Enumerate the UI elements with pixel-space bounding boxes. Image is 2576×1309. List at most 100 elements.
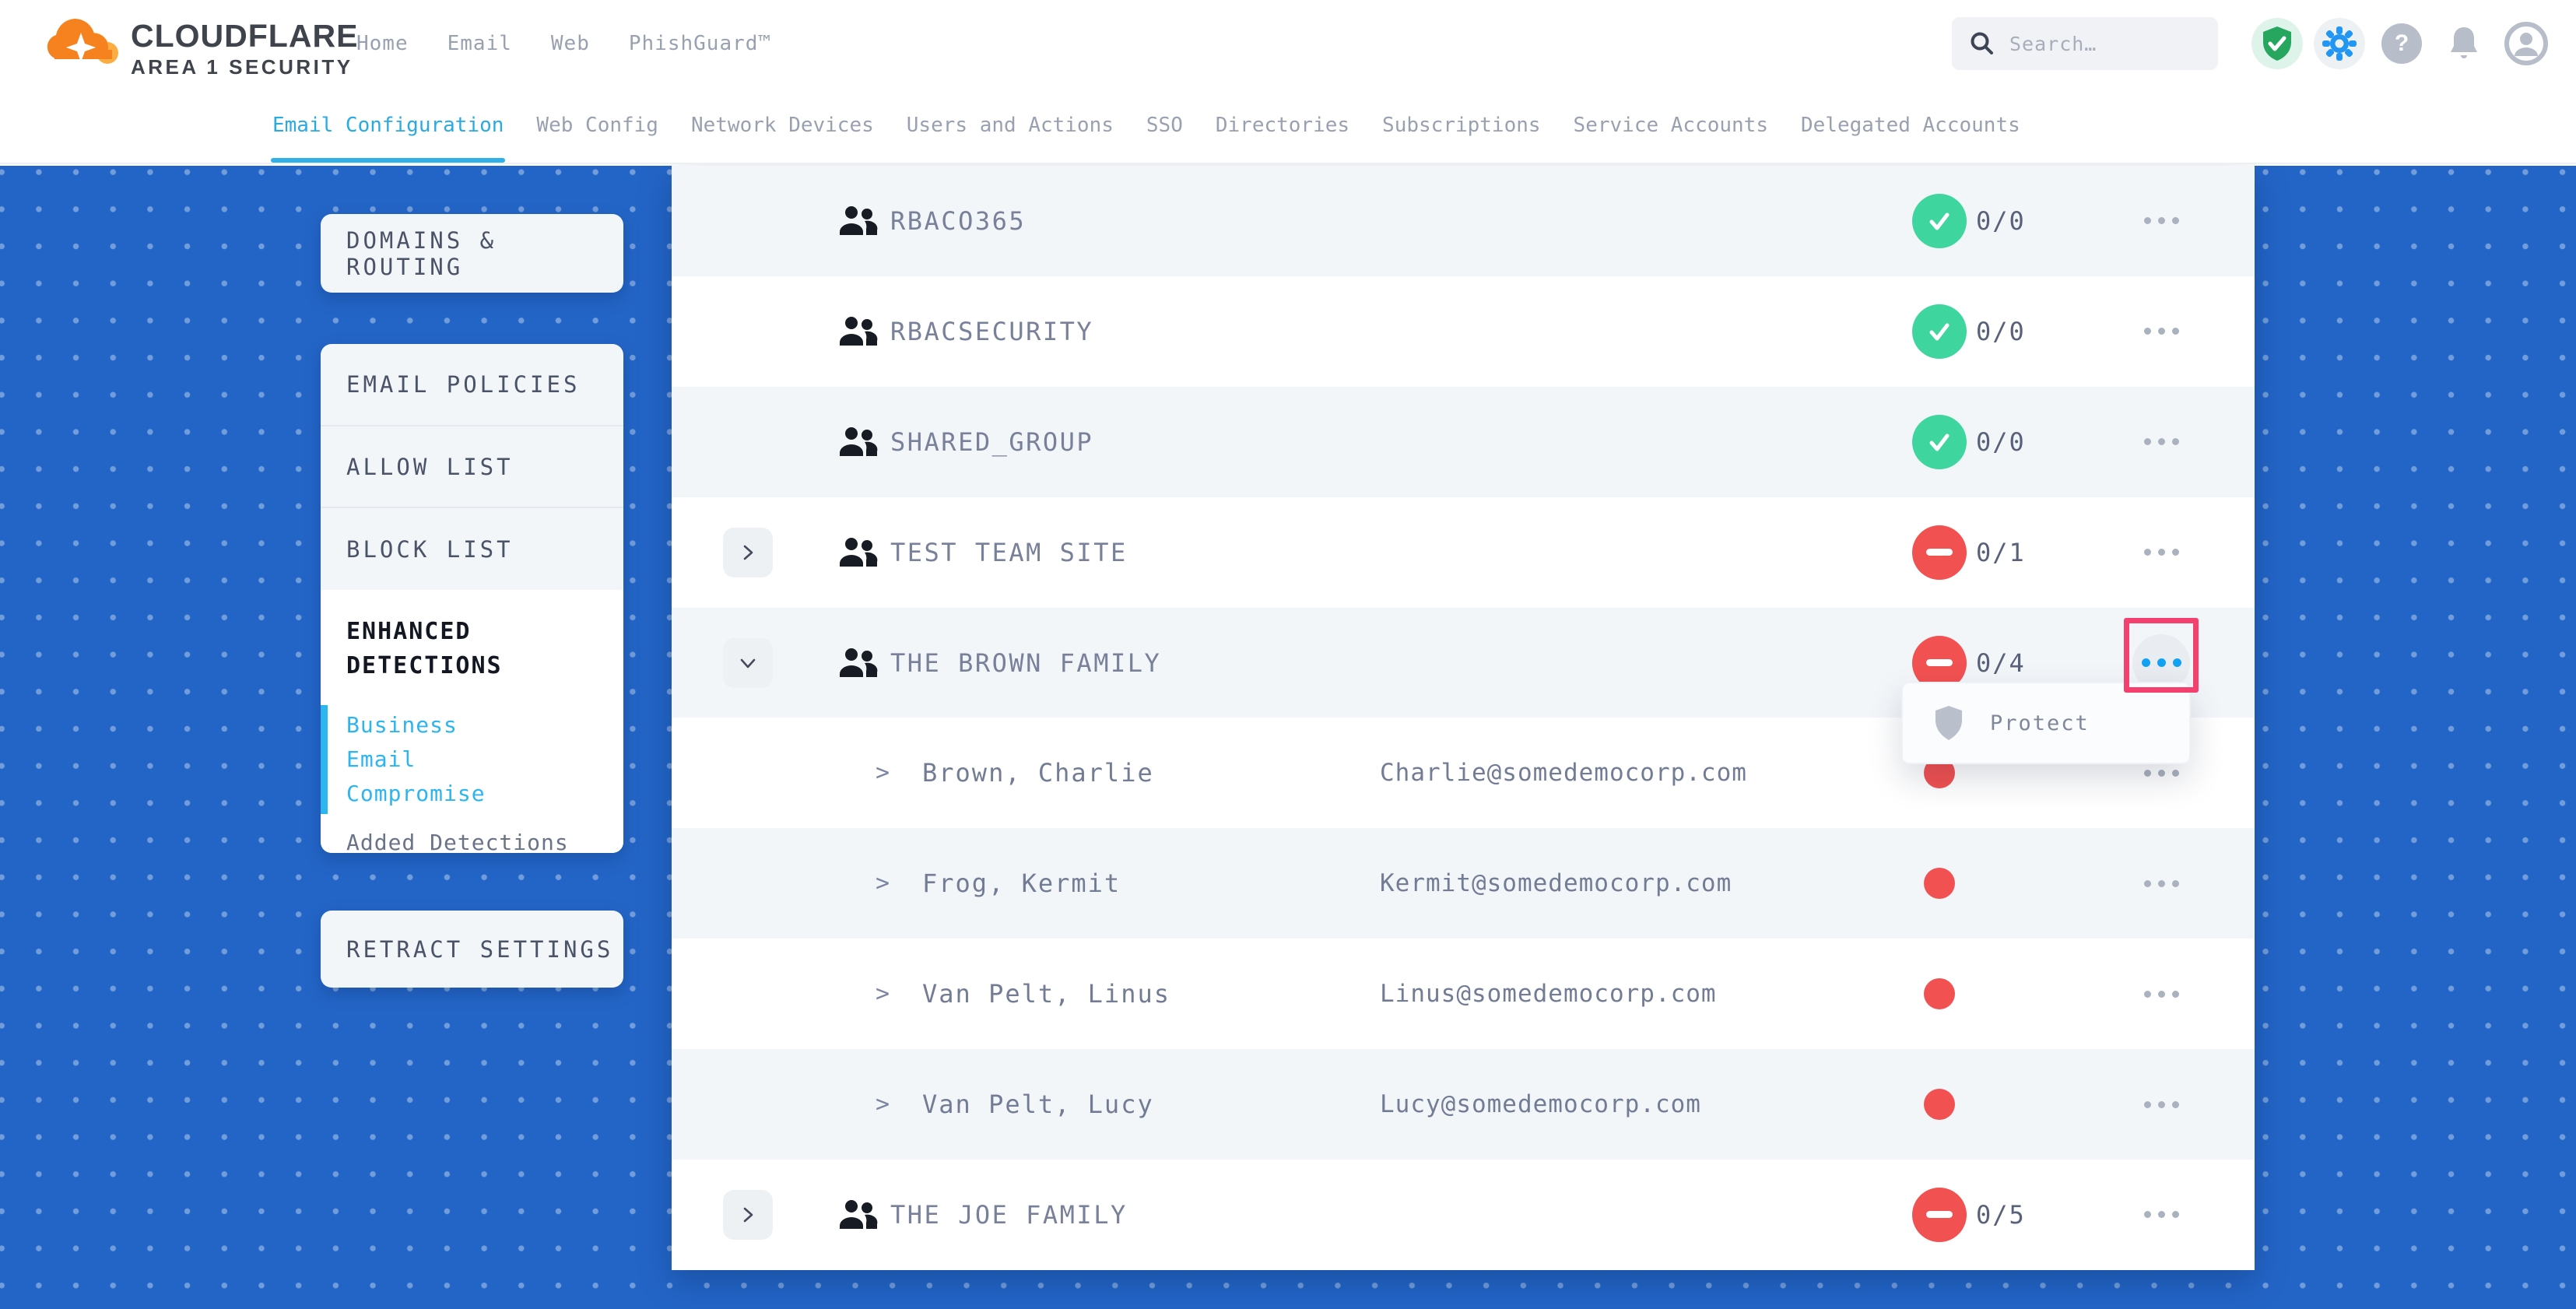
sidebar-item-block-list[interactable]: BLOCK LIST	[321, 507, 623, 590]
row-email: Linus@somedemocorp.com	[1380, 980, 1717, 1008]
sidebar-item-domains-routing[interactable]: DOMAINS & ROUTING	[321, 214, 623, 293]
search-box[interactable]	[1952, 17, 2218, 70]
enhanced-detections-label: ENHANCED DETECTIONS	[346, 590, 541, 683]
table-row: > Van Pelt, Linus Linus@somedemocorp.com	[672, 939, 2255, 1049]
protection-count: 0/1	[1976, 538, 2026, 567]
row-name: Brown, Charlie	[922, 758, 1154, 788]
member-chevron-icon: >	[876, 760, 890, 787]
area1-security-app: CLOUDFLARE AREA 1 SECURITY Home Email Web P…	[0, 0, 2576, 1309]
group-icon	[838, 535, 879, 570]
protection-count: 0/0	[1976, 206, 2026, 236]
row-menu-button[interactable]	[2132, 1186, 2190, 1244]
row-name: RBACSECURITY	[890, 317, 1093, 346]
section-tab[interactable]: Email Configuration	[272, 87, 504, 163]
shield-check-icon	[2260, 25, 2294, 62]
row-menu-button[interactable]	[2132, 965, 2190, 1023]
expand-toggle-button[interactable]	[723, 528, 773, 577]
sidebar-item-label: DOMAINS & ROUTING	[346, 227, 623, 280]
search-input[interactable]	[2008, 32, 2198, 56]
row-menu-button[interactable]	[2132, 855, 2190, 912]
section-tab[interactable]: Subscriptions	[1382, 87, 1541, 163]
table-row: SHARED_GROUP 0/0	[672, 387, 2255, 497]
table-row: TEST TEAM SITE 0/1	[672, 497, 2255, 608]
section-tab[interactable]: Network Devices	[691, 87, 874, 163]
row-menu-button[interactable]	[2132, 1076, 2190, 1133]
context-menu-item-protect[interactable]: Protect	[1903, 683, 2189, 763]
expand-toggle-button[interactable]	[723, 1190, 773, 1240]
row-name: Van Pelt, Lucy	[922, 1090, 1154, 1119]
help-button[interactable]: ?	[2376, 18, 2427, 69]
table-row: > Van Pelt, Lucy Lucy@somedemocorp.com	[672, 1049, 2255, 1160]
sidebar-item-added-detections[interactable]: Added Detections	[346, 830, 623, 853]
top-nav: Home Email Web PhishGuard™	[356, 0, 771, 87]
settings-button[interactable]	[2314, 18, 2365, 69]
row-email: Lucy@somedemocorp.com	[1380, 1090, 1701, 1118]
status-icon	[1912, 415, 1967, 469]
section-tab[interactable]: Delegated Accounts	[1801, 87, 2020, 163]
sidebar-item-label: EMAIL POLICIES	[346, 371, 580, 398]
row-name: THE JOE FAMILY	[890, 1200, 1128, 1230]
protection-count: 0/0	[1976, 427, 2026, 457]
group-table: RBACO365 0/0 RBACSECURITY 0/0	[672, 166, 2255, 1270]
section-tab[interactable]: Users and Actions	[907, 87, 1114, 163]
search-icon	[1969, 30, 1995, 57]
top-nav-item[interactable]: Web	[551, 32, 590, 55]
sidebar-item-label: BLOCK LIST	[346, 536, 514, 563]
sidebar-item-retract-settings[interactable]: RETRACT SETTINGS	[321, 911, 623, 988]
table-row: RBACO365 0/0	[672, 166, 2255, 276]
content-area: DOMAINS & ROUTING EMAIL POLICIES ALLOW L…	[0, 166, 2576, 1309]
status-icon	[1912, 194, 1967, 248]
row-menu-button[interactable]	[2132, 524, 2190, 581]
brand-subtitle: AREA 1 SECURITY	[131, 55, 358, 79]
section-tabs: Email Configuration Web Config Network Dev…	[0, 87, 2576, 164]
protection-count: 0/0	[1976, 317, 2026, 346]
expand-toggle-button[interactable]	[723, 638, 773, 688]
row-name: Frog, Kermit	[922, 869, 1121, 898]
notifications-button[interactable]	[2438, 18, 2490, 69]
bell-icon	[2446, 24, 2482, 63]
header-icon-cluster: ?	[2251, 0, 2552, 87]
status-icon	[1924, 978, 1955, 1009]
help-icon: ?	[2381, 23, 2422, 64]
context-menu-label: Protect	[1990, 711, 2090, 735]
group-icon	[838, 314, 879, 349]
top-nav-item[interactable]: Email	[447, 32, 512, 55]
context-menu: Protect	[1901, 682, 2191, 764]
group-icon	[838, 646, 879, 680]
member-chevron-icon: >	[876, 1091, 890, 1118]
sidebar-policies-card: EMAIL POLICIES ALLOW LIST BLOCK LIST ENH…	[321, 344, 623, 853]
row-email: Kermit@somedemocorp.com	[1380, 869, 1732, 897]
account-icon	[2504, 22, 2548, 65]
row-menu-button[interactable]	[2132, 413, 2190, 471]
sidebar: DOMAINS & ROUTING EMAIL POLICIES ALLOW L…	[321, 214, 623, 988]
protection-count: 0/4	[1976, 648, 2026, 678]
sidebar-item-enhanced-detections[interactable]: ENHANCED DETECTIONS Business Email Compr…	[321, 590, 623, 853]
table-row: > Frog, Kermit Kermit@somedemocorp.com	[672, 828, 2255, 939]
row-name: THE BROWN FAMILY	[890, 648, 1161, 678]
top-nav-item[interactable]: Home	[356, 32, 409, 55]
row-menu-button[interactable]	[2132, 303, 2190, 360]
sidebar-item-email-policies[interactable]: EMAIL POLICIES	[321, 344, 623, 425]
group-icon	[838, 204, 879, 238]
sidebar-item-business-email-compromise[interactable]: Business Email Compromise	[346, 708, 533, 811]
section-tab[interactable]: SSO	[1146, 87, 1183, 163]
sidebar-item-allow-list[interactable]: ALLOW LIST	[321, 425, 623, 507]
row-email: Charlie@somedemocorp.com	[1380, 759, 1747, 787]
status-icon	[1924, 1089, 1955, 1120]
status-icon	[1912, 525, 1967, 580]
sidebar-item-label: RETRACT SETTINGS	[346, 936, 613, 963]
brand-text: CLOUDFLARE AREA 1 SECURITY	[131, 20, 358, 79]
highlight-annotation	[2124, 618, 2199, 693]
section-tab[interactable]: Directories	[1216, 87, 1349, 163]
protection-status-button[interactable]	[2251, 18, 2303, 69]
top-nav-item[interactable]: PhishGuard™	[629, 32, 771, 55]
top-bar: CLOUDFLARE AREA 1 SECURITY Home Email Web P…	[0, 0, 2576, 87]
row-menu-button[interactable]	[2132, 192, 2190, 250]
section-tab[interactable]: Web Config	[536, 87, 658, 163]
table-row: RBACSECURITY 0/0	[672, 276, 2255, 387]
shield-icon	[1934, 706, 1964, 740]
cloudflare-logo-icon	[45, 9, 123, 78]
gear-icon	[2322, 26, 2357, 61]
account-button[interactable]	[2501, 18, 2552, 69]
section-tab[interactable]: Service Accounts	[1574, 87, 1768, 163]
